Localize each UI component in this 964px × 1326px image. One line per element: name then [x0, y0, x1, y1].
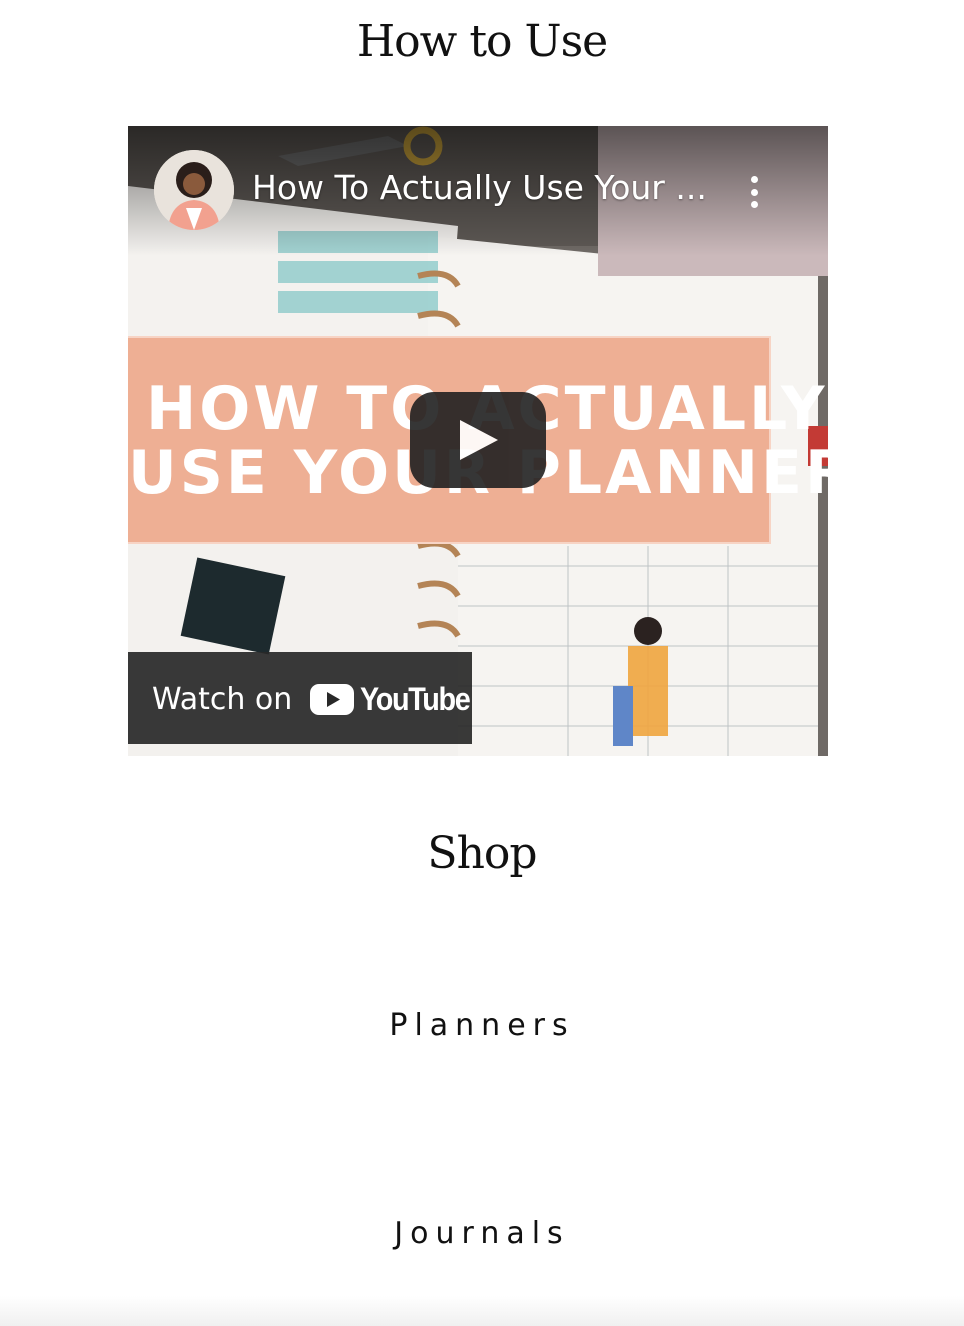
play-icon: [460, 420, 498, 460]
journals-link[interactable]: Journals: [0, 1216, 964, 1251]
video-title[interactable]: How To Actually Use Your ...: [252, 168, 712, 207]
watch-on-label: Watch on: [152, 682, 293, 717]
youtube-wordmark: YouTube: [360, 680, 471, 717]
shop-heading: Shop: [427, 828, 537, 879]
youtube-play-icon: [310, 683, 354, 715]
more-options-icon[interactable]: [742, 172, 766, 212]
video-top-bar: How To Actually Use Your ...: [128, 126, 828, 256]
youtube-video-embed[interactable]: How To Actually Use Your ... HOW TO ACTU…: [128, 126, 828, 756]
planners-link[interactable]: Planners: [0, 1008, 964, 1043]
youtube-logo: YouTube: [310, 680, 482, 717]
play-button[interactable]: [410, 392, 546, 488]
bottom-shadow: [0, 1296, 964, 1326]
channel-avatar[interactable]: [154, 150, 234, 230]
watch-on-youtube-button[interactable]: Watch on YouTube: [128, 652, 472, 744]
how-to-use-heading: How to Use: [356, 16, 608, 67]
